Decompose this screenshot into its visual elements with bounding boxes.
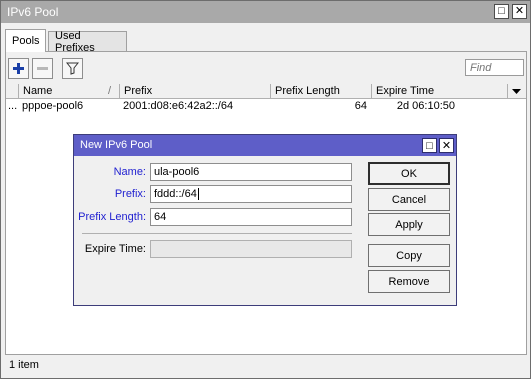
prefix-label: Prefix: — [114, 188, 146, 200]
new-ipv6-pool-dialog: New IPv6 Pool □ ✕ Name: ula-pool6 Prefix… — [73, 134, 457, 306]
row-name: pppoe-pool6 — [22, 100, 84, 112]
remove-button[interactable] — [32, 58, 53, 79]
prefix-length-field[interactable]: 64 — [150, 208, 352, 226]
row-prefix: 2001:d08:e6:42a2::/64 — [123, 100, 234, 112]
find-input[interactable] — [465, 59, 524, 76]
remove-dialog-button[interactable]: Remove — [368, 270, 450, 293]
copy-label: Copy — [396, 249, 422, 262]
text-cursor — [197, 188, 199, 201]
column-header-prefix[interactable]: Prefix — [119, 84, 270, 99]
close-button[interactable]: ✕ — [512, 4, 527, 19]
minus-icon — [37, 67, 48, 70]
row-expire-time: 2d 06:10:50 — [396, 100, 455, 112]
filter-icon — [66, 62, 79, 75]
prefix-field[interactable]: fddd::/64 — [150, 185, 352, 203]
item-count: 1 item — [9, 359, 39, 371]
name-value: ula-pool6 — [154, 166, 200, 178]
dialog-close-button[interactable]: ✕ — [439, 138, 454, 153]
window-title: IPv6 Pool — [7, 5, 59, 19]
column-prefix-length-label: Prefix Length — [275, 85, 340, 97]
ok-button[interactable]: OK — [368, 162, 450, 185]
tab-pools[interactable]: Pools — [5, 29, 46, 52]
column-name-label: Name — [23, 85, 53, 97]
column-expire-time-label: Expire Time — [376, 85, 435, 97]
restore-icon: □ — [426, 139, 433, 152]
copy-button[interactable]: Copy — [368, 244, 450, 267]
remove-label: Remove — [388, 275, 430, 288]
tab-pools-label: Pools — [12, 35, 40, 47]
column-header-expire-time[interactable]: Expire Time — [371, 84, 507, 99]
name-field[interactable]: ula-pool6 — [150, 163, 352, 181]
plus-icon — [13, 63, 24, 74]
table-header: Name / Prefix Prefix Length Expire Time — [6, 84, 526, 99]
apply-button[interactable]: Apply — [368, 213, 450, 236]
expire-time-field — [150, 240, 352, 258]
name-label: Name: — [113, 166, 146, 178]
column-menu-button[interactable] — [507, 84, 526, 99]
column-header-prefix-length[interactable]: Prefix Length — [270, 84, 371, 99]
close-icon: ✕ — [514, 5, 525, 17]
dialog-titlebar[interactable]: New IPv6 Pool □ ✕ — [74, 135, 456, 156]
restore-icon: □ — [498, 5, 505, 17]
prefix-length-label: Prefix Length: — [78, 211, 146, 223]
column-header-name[interactable]: Name / — [18, 84, 119, 99]
cancel-label: Cancel — [391, 193, 427, 206]
ipv6-pool-window: IPv6 Pool □ ✕ Pools Used Prefixes Find N… — [0, 0, 531, 379]
prefix-length-value: 64 — [154, 211, 167, 223]
prefix-value: fddd::/64 — [154, 188, 197, 200]
restore-button[interactable]: □ — [494, 4, 509, 19]
chevron-down-icon — [512, 89, 521, 94]
dialog-title: New IPv6 Pool — [80, 139, 153, 151]
sort-indicator-icon: / — [107, 85, 111, 97]
row-prefix-length: 64 — [354, 100, 367, 112]
ok-label: OK — [401, 167, 417, 180]
status-bar: 1 item — [5, 354, 527, 375]
row-marker: ... — [8, 100, 18, 112]
close-icon: ✕ — [441, 140, 452, 152]
tab-used-prefixes[interactable]: Used Prefixes — [48, 29, 127, 54]
table-row[interactable]: ... pppoe-pool6 2001:d08:e6:42a2::/64 64… — [6, 99, 526, 114]
toolbar — [6, 52, 526, 84]
filter-button[interactable] — [62, 58, 83, 79]
expire-time-label: Expire Time: — [84, 243, 146, 255]
window-titlebar[interactable]: IPv6 Pool □ ✕ — [1, 1, 530, 23]
cancel-button[interactable]: Cancel — [368, 188, 450, 211]
dialog-restore-button[interactable]: □ — [422, 138, 437, 153]
tab-used-prefixes-label: Used Prefixes — [55, 29, 95, 54]
divider — [82, 233, 352, 234]
apply-label: Apply — [395, 218, 423, 231]
add-button[interactable] — [8, 58, 29, 79]
column-prefix-label: Prefix — [124, 85, 153, 97]
